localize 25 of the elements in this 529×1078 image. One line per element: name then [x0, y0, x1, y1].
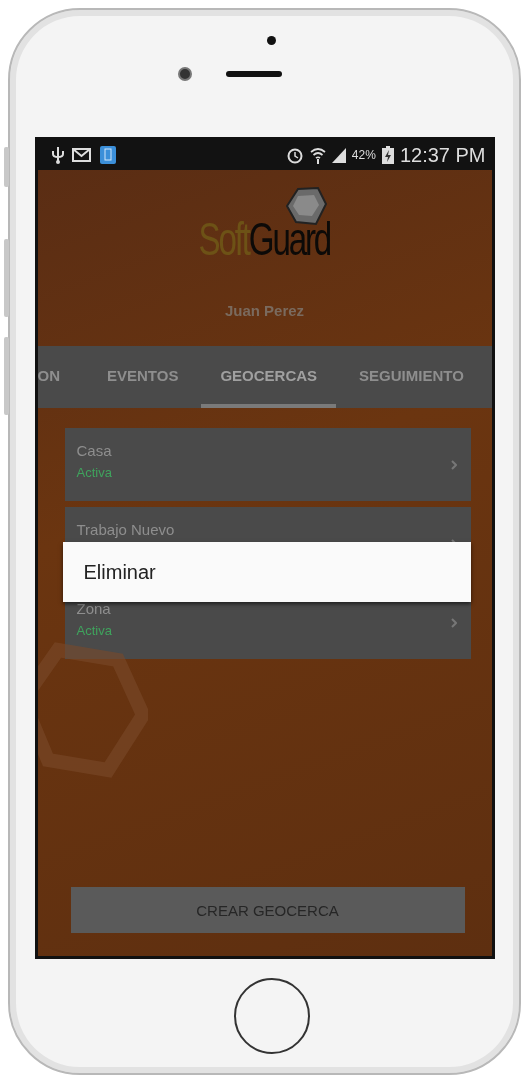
- geofence-item[interactable]: Casa Activa: [64, 428, 471, 501]
- speaker-icon: [225, 71, 282, 77]
- home-button[interactable]: [233, 978, 310, 1054]
- geofence-name: Zona: [76, 600, 112, 617]
- sensor-icon: [267, 36, 276, 45]
- battery-percent: 42%: [351, 148, 376, 162]
- mail-icon: [71, 147, 92, 163]
- geofence-name: Trabajo Nuevo: [76, 521, 175, 538]
- user-name: Juan Perez: [224, 302, 305, 319]
- geofence-status: Activa: [76, 465, 112, 480]
- tab[interactable]: SEGUIMIENTO: [340, 346, 483, 408]
- clock-time: 12:37 PM: [399, 143, 486, 167]
- phone-app-icon: [99, 146, 116, 164]
- geofence-name: Casa: [76, 442, 112, 459]
- battery-icon: [381, 146, 394, 164]
- tab[interactable]: EVENTOS: [88, 346, 198, 408]
- wifi-icon: [309, 146, 326, 164]
- usb-icon: [51, 146, 64, 164]
- camera-icon: [177, 67, 192, 81]
- tab[interactable]: GEOCERCAS: [201, 346, 337, 408]
- geofence-status: Activa: [76, 623, 112, 638]
- signal-icon: [331, 147, 346, 163]
- menu-item[interactable]: Eliminar: [62, 542, 471, 602]
- tab[interactable]: ON: [37, 346, 88, 408]
- alarm-icon: [285, 146, 304, 164]
